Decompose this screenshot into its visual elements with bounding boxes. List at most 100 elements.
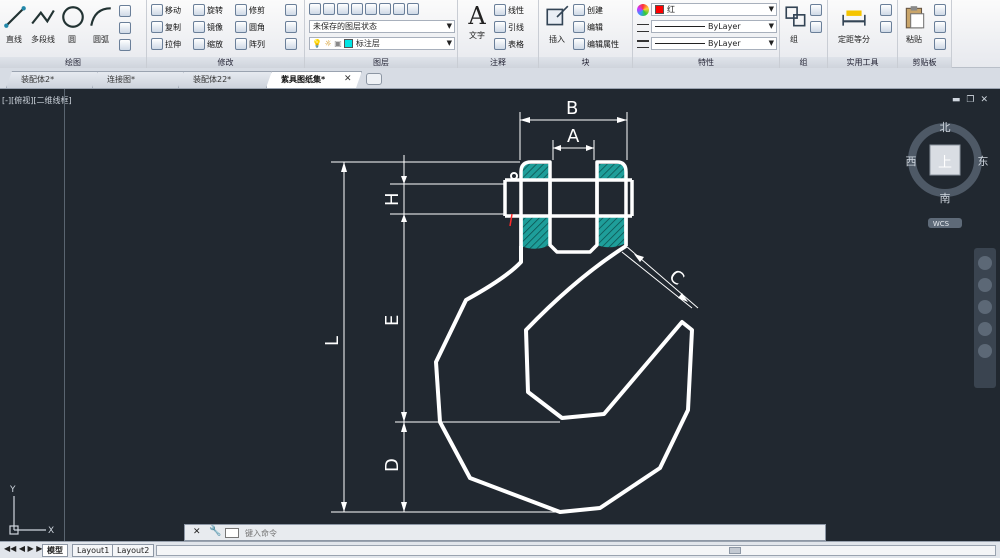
group-panel-title[interactable]: 组 bbox=[780, 57, 827, 68]
mirror-tool[interactable]: 镜像 bbox=[193, 21, 223, 33]
wrench-icon[interactable]: 🔧 bbox=[209, 526, 221, 537]
copy-label: 复制 bbox=[165, 22, 181, 32]
insert-label: 插入 bbox=[549, 35, 565, 44]
layout-tab[interactable]: Layout1 bbox=[72, 544, 115, 557]
create-block-tool[interactable]: 创建 bbox=[573, 4, 603, 16]
layout-tab-model[interactable]: 模型 bbox=[42, 544, 68, 557]
copy-clip-tool[interactable] bbox=[934, 21, 946, 33]
compass-west[interactable]: 西 bbox=[906, 155, 917, 168]
pan-icon[interactable] bbox=[978, 278, 992, 292]
utility-tool-1[interactable] bbox=[880, 4, 892, 16]
leader-tool[interactable]: 引线 bbox=[494, 21, 524, 33]
linetype-combo[interactable]: ByLayer ▼ bbox=[651, 20, 777, 33]
line-tool[interactable]: 直线 bbox=[2, 4, 26, 45]
dim-label-d[interactable]: D bbox=[382, 458, 403, 472]
command-line: ✕ 🔧 bbox=[184, 524, 826, 541]
explode-tool[interactable] bbox=[285, 21, 297, 33]
edit-attributes-tool[interactable]: 编辑属性 bbox=[573, 38, 619, 50]
insert-tool[interactable]: 插入 bbox=[543, 4, 571, 45]
circle-icon bbox=[62, 6, 84, 28]
dim-label-e[interactable]: E bbox=[382, 315, 403, 326]
compass-north[interactable]: 北 bbox=[940, 121, 951, 134]
sun-icon: ☼ bbox=[324, 39, 332, 48]
compass-south[interactable]: 南 bbox=[940, 192, 951, 205]
draw-panel-title[interactable]: 绘图 bbox=[0, 57, 146, 68]
cut-tool[interactable] bbox=[934, 4, 946, 16]
layer-icon bbox=[393, 3, 405, 15]
offset-tool[interactable] bbox=[285, 38, 297, 50]
dim-label-l[interactable]: L bbox=[322, 336, 343, 346]
properties-panel-title[interactable]: 特性 bbox=[633, 57, 779, 68]
compass-east[interactable]: 东 bbox=[978, 155, 989, 168]
trim-tool[interactable]: 修剪 bbox=[235, 4, 265, 16]
steering-wheel-icon[interactable] bbox=[978, 256, 992, 270]
layer-panel-title[interactable]: 图层 bbox=[305, 57, 457, 68]
viewcube-face-top[interactable]: 上 bbox=[938, 155, 952, 171]
move-tool[interactable]: 移动 bbox=[151, 4, 181, 16]
array-tool[interactable]: 阵列 bbox=[235, 38, 265, 50]
horizontal-scrollbar[interactable] bbox=[156, 545, 996, 556]
modify-panel-title[interactable]: 修改 bbox=[147, 57, 304, 68]
lineweight-combo[interactable]: ByLayer ▼ bbox=[651, 37, 777, 50]
match-properties-icon[interactable] bbox=[637, 4, 649, 16]
erase-tool[interactable] bbox=[285, 4, 297, 16]
dim-label-h[interactable]: H bbox=[382, 192, 403, 206]
orbit-icon[interactable] bbox=[978, 322, 992, 336]
edit-block-tool[interactable]: 编辑 bbox=[573, 21, 603, 33]
stretch-tool[interactable]: 拉伸 bbox=[151, 38, 181, 50]
block-panel-title[interactable]: 块 bbox=[539, 57, 632, 68]
group-edit-tool[interactable] bbox=[810, 21, 822, 33]
dimension-lines bbox=[331, 112, 699, 513]
measure-tool[interactable]: 定距等分 bbox=[834, 4, 874, 45]
region-tool[interactable] bbox=[119, 39, 131, 51]
linear-dim-tool[interactable]: 线性 bbox=[494, 4, 524, 16]
wcs-menu[interactable]: WCS bbox=[933, 220, 950, 228]
showmotion-icon[interactable] bbox=[978, 344, 992, 358]
drawing-canvas[interactable]: [-][俯视][二维线框] ▬❐✕ B A C H E L D Y X 上 北 … bbox=[0, 89, 1000, 541]
ungroup-tool[interactable] bbox=[810, 4, 822, 16]
edit-attributes-label: 编辑属性 bbox=[587, 39, 619, 49]
circle-tool[interactable]: 圆 bbox=[60, 4, 84, 45]
layer-properties-tool[interactable] bbox=[309, 3, 419, 15]
command-input[interactable] bbox=[245, 527, 815, 539]
dim-label-b[interactable]: B bbox=[566, 98, 578, 119]
layout-tab[interactable]: Layout2 bbox=[112, 544, 155, 557]
viewcube[interactable]: 上 北 南 西 东 WCS bbox=[906, 121, 989, 228]
annotation-panel-title[interactable]: 注释 bbox=[458, 57, 538, 68]
layer-color-swatch bbox=[344, 39, 354, 48]
paste-tool[interactable]: 粘贴 bbox=[902, 4, 926, 45]
utilities-panel-title[interactable]: 实用工具 bbox=[828, 57, 897, 68]
rotate-tool[interactable]: 旋转 bbox=[193, 4, 223, 16]
close-icon[interactable]: ✕ bbox=[193, 527, 201, 537]
table-tool[interactable]: 表格 bbox=[494, 38, 524, 50]
copy-tool[interactable]: 复制 bbox=[151, 21, 181, 33]
dim-label-a[interactable]: A bbox=[567, 126, 580, 147]
navigation-bar bbox=[974, 248, 996, 388]
hook-outline[interactable] bbox=[434, 244, 694, 514]
clipboard-panel-title[interactable]: 剪贴板 bbox=[898, 57, 951, 68]
scale-tool[interactable]: 缩放 bbox=[193, 38, 223, 50]
dim-label-c[interactable]: C bbox=[665, 266, 688, 290]
command-prompt-icon[interactable] bbox=[225, 528, 239, 538]
hatch-tool[interactable] bbox=[119, 22, 131, 34]
close-tab-icon[interactable]: ✕ bbox=[344, 74, 352, 84]
group-tool[interactable]: 组 bbox=[783, 4, 806, 45]
layer-state-combo[interactable]: 未保存的图层状态 ▼ bbox=[309, 20, 455, 33]
zoom-icon[interactable] bbox=[978, 300, 992, 314]
new-tab-icon[interactable] bbox=[366, 73, 382, 85]
utility-tool-2[interactable] bbox=[880, 21, 892, 33]
layer-combo[interactable]: 💡 ☼ ▣ 标注层 ▼ bbox=[309, 37, 455, 50]
polyline-tool[interactable]: 多段线 bbox=[28, 4, 58, 45]
color-combo[interactable]: 红 ▼ bbox=[651, 3, 777, 16]
copy-icon bbox=[934, 21, 946, 33]
arc-tool[interactable]: 圆弧 bbox=[88, 4, 114, 45]
fillet-tool[interactable]: 圆角 bbox=[235, 21, 265, 33]
rectangle-tool[interactable] bbox=[119, 5, 131, 17]
move-label: 移动 bbox=[165, 5, 181, 15]
text-tool[interactable]: A 文字 bbox=[462, 2, 492, 41]
scrollbar-thumb[interactable] bbox=[729, 547, 741, 554]
doc-tab[interactable]: 装配体2* bbox=[6, 71, 98, 88]
doc-tab[interactable]: 装配体22* bbox=[178, 71, 272, 88]
doc-tab[interactable]: 连接图* bbox=[92, 71, 184, 88]
clip-more-tool[interactable] bbox=[934, 38, 946, 50]
